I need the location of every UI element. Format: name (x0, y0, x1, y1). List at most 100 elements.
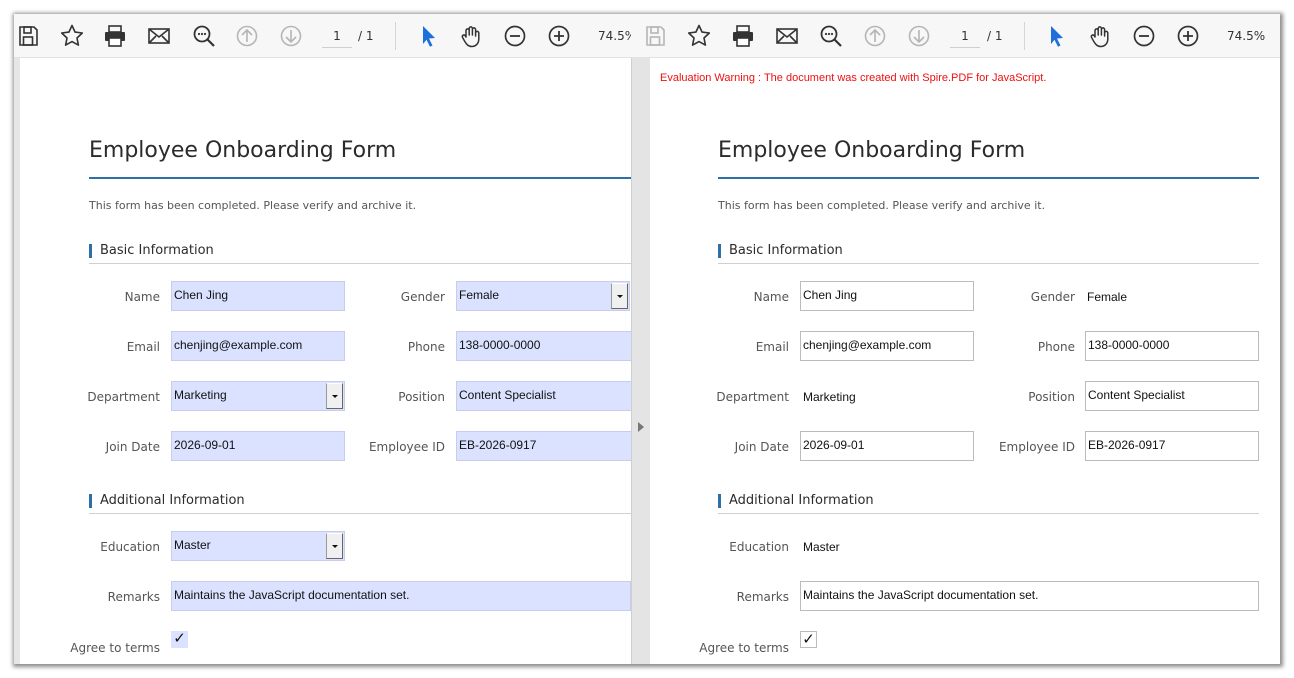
chevron-down-icon[interactable] (326, 383, 343, 409)
email-field[interactable]: chenjing@example.com (171, 331, 345, 361)
phone-field[interactable]: 138-0000-0000 (1085, 331, 1259, 361)
email-label: Email (755, 340, 789, 354)
employee-id-field[interactable]: EB-2026-0917 (1085, 431, 1259, 461)
page-total-label: / 1 (987, 29, 1003, 43)
section-accent-bar (718, 494, 721, 508)
arrow-down-icon[interactable] (905, 22, 933, 50)
right-toolbar: 1 / 1 74.5% (631, 14, 1280, 58)
phone-field[interactable]: 138-0000-0000 (456, 331, 631, 361)
section-rule (718, 513, 1259, 514)
join-date-field[interactable]: 2026-09-01 (171, 431, 345, 461)
form-title: Employee Onboarding Form (718, 138, 1026, 163)
section-title: Additional Information (729, 493, 874, 508)
agree-checkbox[interactable]: ✓ (800, 631, 817, 648)
department-value: Marketing (174, 388, 227, 402)
section-rule (718, 263, 1259, 264)
section-rule (89, 513, 631, 514)
arrow-down-icon[interactable] (277, 22, 305, 50)
name-label: Name (753, 290, 789, 304)
pointer-icon[interactable] (1042, 22, 1070, 50)
save-icon[interactable] (641, 22, 669, 50)
name-field[interactable]: Chen Jing (800, 281, 974, 311)
page-total-label: / 1 (358, 29, 374, 43)
join-date-label: Join Date (105, 440, 160, 454)
remarks-field[interactable]: Maintains the JavaScript documentation s… (800, 581, 1259, 611)
print-icon[interactable] (729, 22, 757, 50)
section-accent-bar (718, 244, 721, 258)
form-subtitle: This form has been completed. Please ver… (718, 199, 1046, 212)
phone-label: Phone (407, 340, 445, 354)
education-value: Master (803, 540, 840, 554)
save-icon[interactable] (14, 22, 42, 50)
page-number-input[interactable]: 1 (322, 26, 352, 48)
zoom-in-icon[interactable] (1174, 22, 1202, 50)
department-label: Department (87, 390, 160, 404)
employee-id-field[interactable]: EB-2026-0917 (456, 431, 631, 461)
section-title: Additional Information (100, 493, 245, 508)
title-rule (718, 177, 1259, 179)
education-select[interactable]: Master (171, 531, 345, 561)
form-title: Employee Onboarding Form (89, 138, 397, 163)
email-label: Email (126, 340, 160, 354)
education-label: Education (729, 540, 789, 554)
star-icon[interactable] (58, 22, 86, 50)
join-date-field[interactable]: 2026-09-01 (800, 431, 974, 461)
mail-icon[interactable] (773, 22, 801, 50)
position-field[interactable]: Content Specialist (1085, 381, 1259, 411)
agree-checkbox[interactable]: ✓ (171, 631, 188, 648)
remarks-label: Remarks (107, 590, 160, 604)
education-label: Education (100, 540, 160, 554)
arrow-up-icon[interactable] (233, 22, 261, 50)
section-title: Basic Information (729, 243, 843, 258)
zoom-out-icon[interactable] (1130, 22, 1158, 50)
zoom-in-icon[interactable] (545, 22, 573, 50)
section-accent-bar (89, 244, 92, 258)
department-value: Marketing (803, 390, 856, 404)
phone-label: Phone (1037, 340, 1075, 354)
pdf-viewer-window: 1 / 1 74.5% Employee Onboarding Form Thi… (14, 14, 1280, 664)
arrow-up-icon[interactable] (861, 22, 889, 50)
employee-id-label: Employee ID (998, 440, 1075, 454)
gender-select[interactable]: Female (456, 281, 630, 311)
evaluation-warning: Evaluation Warning : The document was cr… (660, 72, 1047, 84)
email-field[interactable]: chenjing@example.com (800, 331, 974, 361)
toolbar-divider (395, 22, 396, 50)
print-icon[interactable] (101, 22, 129, 50)
title-rule (89, 177, 631, 179)
zoom-level-select[interactable]: 74.5% (1227, 26, 1280, 48)
zoom-out-icon[interactable] (501, 22, 529, 50)
pointer-icon[interactable] (414, 22, 442, 50)
employee-id-label: Employee ID (368, 440, 445, 454)
hand-icon[interactable] (1086, 22, 1114, 50)
left-viewer-pane: 1 / 1 74.5% Employee Onboarding Form Thi… (14, 14, 631, 664)
left-toolbar: 1 / 1 74.5% (14, 14, 631, 58)
star-icon[interactable] (685, 22, 713, 50)
chevron-down-icon[interactable] (326, 533, 343, 559)
department-label: Department (716, 390, 789, 404)
position-label: Position (1028, 390, 1075, 404)
zoom-search-icon[interactable] (817, 22, 845, 50)
remarks-field[interactable]: Maintains the JavaScript documentation s… (171, 581, 631, 611)
education-value: Master (174, 538, 211, 552)
agree-terms-label: Agree to terms (70, 641, 160, 655)
join-date-label: Join Date (734, 440, 789, 454)
name-label: Name (124, 290, 160, 304)
position-field[interactable]: Content Specialist (456, 381, 631, 411)
section-title: Basic Information (100, 243, 214, 258)
zoom-level-select[interactable]: 74.5% (598, 26, 631, 48)
agree-terms-label: Agree to terms (699, 641, 789, 655)
gender-label: Gender (1030, 290, 1075, 304)
department-select[interactable]: Marketing (171, 381, 345, 411)
chevron-down-icon[interactable] (611, 283, 628, 309)
name-field[interactable]: Chen Jing (171, 281, 345, 311)
section-rule (89, 263, 631, 264)
toolbar-divider (1024, 22, 1025, 50)
mail-icon[interactable] (145, 22, 173, 50)
gender-value: Female (1087, 290, 1128, 304)
right-viewer-pane: 1 / 1 74.5% Evaluation Warning : The doc… (631, 14, 1280, 664)
zoom-search-icon[interactable] (190, 22, 218, 50)
hand-icon[interactable] (457, 22, 485, 50)
form-subtitle: This form has been completed. Please ver… (89, 199, 417, 212)
remarks-label: Remarks (736, 590, 789, 604)
page-number-input[interactable]: 1 (950, 26, 980, 48)
